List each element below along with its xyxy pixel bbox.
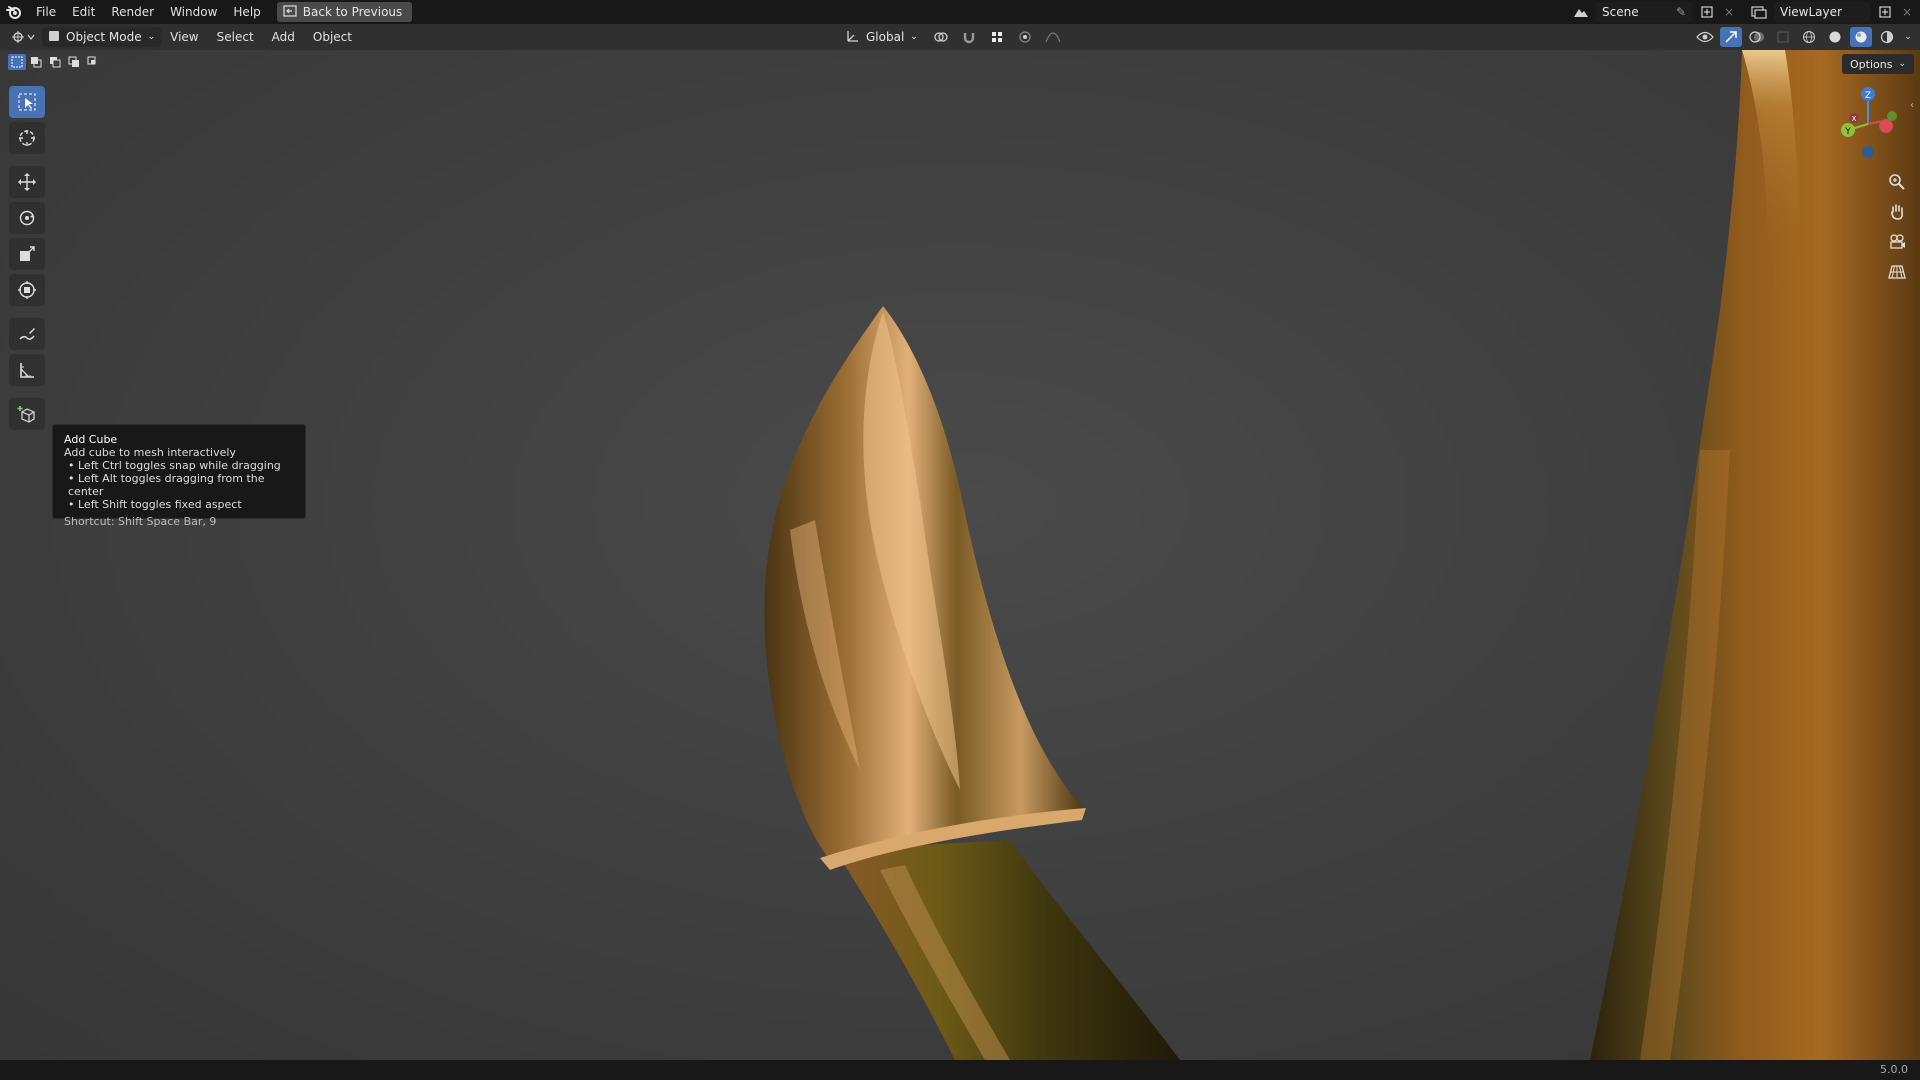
solid-shading-icon[interactable] — [1824, 27, 1846, 47]
select-box-tool[interactable] — [9, 86, 45, 118]
snap-increment-icon[interactable] — [986, 27, 1008, 47]
chevron-down-icon: ⌄ — [910, 32, 918, 42]
transform-orientation-dropdown[interactable]: Global ⌄ — [840, 27, 924, 47]
snap-toggle-icon[interactable] — [958, 27, 980, 47]
menu-edit[interactable]: Edit — [64, 0, 103, 24]
select-mode-extend-button[interactable] — [27, 54, 45, 70]
delete-scene-icon[interactable]: × — [1722, 2, 1736, 22]
transform-tool[interactable] — [9, 274, 45, 306]
material-preview-shading-icon[interactable] — [1850, 27, 1872, 47]
back-to-previous-button[interactable]: Back to Previous — [276, 2, 413, 22]
gizmo-y-label: Y — [1844, 127, 1851, 137]
top-right-controls: Scene ✎ × ViewLayer × — [1570, 0, 1920, 24]
delete-view-layer-icon[interactable]: × — [1900, 2, 1914, 22]
viewport-header: Object Mode ⌄ View Select Add Object Glo… — [0, 24, 1920, 50]
transform-controls: Global ⌄ — [836, 24, 1064, 50]
visibility-icon[interactable] — [1694, 27, 1716, 47]
view-layer-name: ViewLayer — [1780, 5, 1842, 19]
zoom-icon[interactable] — [1884, 170, 1910, 194]
view-layer-selector-icon[interactable] — [1748, 2, 1770, 22]
options-label: Options — [1850, 57, 1893, 71]
proportional-editing-icon[interactable] — [1014, 27, 1036, 47]
viewport-shading-controls: ⌄ — [1694, 24, 1914, 50]
object-mode-label: Object Mode — [66, 30, 142, 44]
navigation-tools — [1884, 170, 1910, 284]
add-cube-tool[interactable] — [9, 398, 45, 430]
right-object-shape — [1590, 50, 1920, 1060]
gizmo-z-neg-axis — [1862, 146, 1874, 158]
menu-render[interactable]: Render — [103, 0, 162, 24]
select-mode-buttons — [8, 54, 102, 70]
select-mode-invert-button[interactable] — [65, 54, 83, 70]
measure-tool[interactable] — [9, 354, 45, 386]
rotate-tool[interactable] — [9, 202, 45, 234]
select-mode-subtract-button[interactable] — [46, 54, 64, 70]
object-mode-icon — [48, 30, 60, 45]
tooltip-description: Add cube to mesh interactively — [64, 446, 236, 459]
header-menu-select[interactable]: Select — [208, 24, 263, 50]
orientation-axes-icon — [846, 29, 860, 46]
perspective-toggle-icon[interactable] — [1884, 260, 1910, 284]
select-mode-new-button[interactable] — [8, 54, 26, 70]
gizmo-y-neg-axis — [1887, 111, 1897, 121]
pan-hand-icon[interactable] — [1884, 200, 1910, 224]
camera-view-icon[interactable] — [1884, 230, 1910, 254]
editor-type-icon[interactable] — [8, 27, 38, 47]
top-menu-bar: File Edit Render Window Help Back to Pre… — [0, 0, 1920, 24]
scene-render — [764, 50, 1920, 1060]
falloff-icon[interactable] — [1042, 27, 1064, 47]
chevron-down-icon: ⌄ — [1898, 59, 1906, 69]
blender-logo-icon[interactable] — [0, 0, 28, 24]
navigation-gizmo[interactable]: Z Y X — [1828, 80, 1908, 160]
move-tool[interactable] — [9, 166, 45, 198]
scene-name-field[interactable]: Scene ✎ — [1596, 2, 1692, 22]
tooltip-bullet: • Left Ctrl toggles snap while dragging — [68, 459, 281, 472]
new-scene-icon[interactable] — [1696, 2, 1718, 22]
gizmo-toggle-icon[interactable] — [1720, 27, 1742, 47]
tooltip-title: Add Cube — [64, 433, 118, 446]
shading-options-chevron-icon[interactable]: ⌄ — [1902, 27, 1914, 47]
select-mode-intersect-button[interactable] — [84, 54, 102, 70]
3d-viewport[interactable]: Add Cube Add cube to mesh interactively … — [0, 50, 1920, 1060]
scene-selector-icon[interactable] — [1570, 2, 1592, 22]
scale-tool[interactable] — [9, 238, 45, 270]
tool-shelf — [8, 86, 46, 430]
back-to-previous-label: Back to Previous — [302, 5, 403, 19]
gizmo-z-label: Z — [1865, 91, 1871, 101]
annotate-tool[interactable] — [9, 318, 45, 350]
status-bar: 5.0.0 — [0, 1060, 1920, 1080]
pivot-point-icon[interactable] — [930, 27, 952, 47]
tooltip-bullet: • Left Shift toggles fixed aspect — [68, 498, 242, 511]
header-menu-view[interactable]: View — [161, 24, 207, 50]
chevron-down-icon: ⌄ — [147, 32, 156, 42]
gizmo-x-label: X — [1852, 115, 1857, 123]
rendered-shading-icon[interactable] — [1876, 27, 1898, 47]
options-dropdown[interactable]: Options ⌄ — [1842, 54, 1914, 74]
tooltip-shortcut: Shortcut: Shift Space Bar, 9 — [64, 515, 217, 528]
transform-orientation-label: Global — [866, 30, 905, 44]
pin-icon[interactable]: ✎ — [1676, 5, 1686, 19]
scene-name: Scene — [1602, 5, 1639, 19]
add-cube-tooltip: Add Cube Add cube to mesh interactively … — [52, 424, 306, 528]
version-label: 5.0.0 — [1880, 1063, 1908, 1076]
sidebar-expand-arrow-icon[interactable]: ‹ — [1910, 100, 1920, 114]
header-menu-object[interactable]: Object — [304, 24, 361, 50]
xray-toggle-icon[interactable] — [1772, 27, 1794, 47]
overlays-icon[interactable] — [1746, 27, 1768, 47]
view-layer-name-field[interactable]: ViewLayer — [1774, 2, 1870, 22]
cursor-tool[interactable] — [9, 122, 45, 154]
new-view-layer-icon[interactable] — [1874, 2, 1896, 22]
tooltip-bullet: • Left Alt toggles dragging from the cen… — [68, 472, 265, 498]
header-menu-add[interactable]: Add — [263, 24, 304, 50]
back-icon — [283, 4, 297, 20]
menu-help[interactable]: Help — [225, 0, 268, 24]
menu-window[interactable]: Window — [162, 0, 225, 24]
menu-file[interactable]: File — [28, 0, 64, 24]
object-mode-dropdown[interactable]: Object Mode ⌄ — [42, 27, 162, 47]
gizmo-x-axis — [1879, 119, 1893, 133]
wireframe-shading-icon[interactable] — [1798, 27, 1820, 47]
